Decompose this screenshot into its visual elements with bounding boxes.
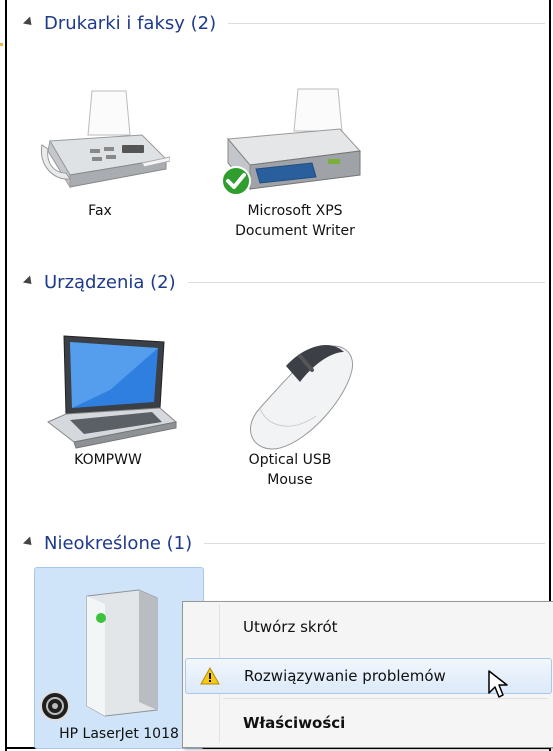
mouse-icon	[220, 330, 360, 450]
device-kompww[interactable]: KOMPWW	[40, 330, 180, 470]
warning-shield-icon	[200, 667, 220, 685]
group-header-unspecified[interactable]: Nieokreślone (1)	[22, 530, 549, 556]
mouse-cursor-icon	[488, 670, 508, 698]
menu-item-create-shortcut[interactable]: Utwórz skrót	[185, 610, 552, 644]
collapse-triangle-icon[interactable]	[22, 535, 36, 549]
menu-item-label: Rozwiązywanie problemów	[244, 667, 446, 685]
printer-icon	[220, 85, 370, 196]
device-label-line1: Microsoft XPS	[247, 203, 343, 219]
device-label-line2: Document Writer	[235, 223, 355, 239]
collapse-triangle-icon[interactable]	[22, 274, 36, 288]
group-divider	[187, 281, 545, 283]
unknown-device-icon	[40, 691, 70, 721]
laptop-icon	[40, 330, 180, 449]
menu-item-label: Utwórz skrót	[243, 618, 338, 636]
fax-icon	[30, 85, 171, 195]
generic-device-icon	[86, 589, 158, 717]
edge-marker	[0, 43, 3, 46]
device-label-line2: Mouse	[267, 472, 313, 488]
group-divider	[204, 542, 545, 544]
group-title-devices: Urządzenia (2)	[44, 271, 176, 293]
menu-item-label: Właściwości	[243, 714, 346, 732]
group-title-unspecified: Nieokreślone (1)	[44, 532, 193, 554]
collapse-triangle-icon[interactable]	[22, 15, 36, 29]
menu-item-properties[interactable]: Właściwości	[185, 706, 552, 740]
device-label-line1: Optical USB	[248, 452, 332, 468]
group-title-printers: Drukarki i faksy (2)	[44, 12, 217, 34]
device-label: KOMPWW	[74, 452, 142, 468]
default-check-icon	[221, 166, 251, 196]
device-label: Fax	[88, 203, 112, 219]
device-fax[interactable]: Fax	[30, 85, 171, 221]
device-optical-mouse[interactable]: Optical USB Mouse	[220, 330, 360, 490]
group-header-printers[interactable]: Drukarki i faksy (2)	[22, 10, 549, 36]
group-header-devices[interactable]: Urządzenia (2)	[22, 269, 549, 295]
device-hp-laserjet[interactable]: HP LaserJet 1018	[34, 567, 204, 749]
window-border-left	[5, 0, 7, 751]
device-microsoft-xps[interactable]: Microsoft XPS Document Writer	[220, 85, 370, 241]
group-divider	[228, 22, 545, 24]
device-label: HP LaserJet 1018	[59, 726, 179, 742]
